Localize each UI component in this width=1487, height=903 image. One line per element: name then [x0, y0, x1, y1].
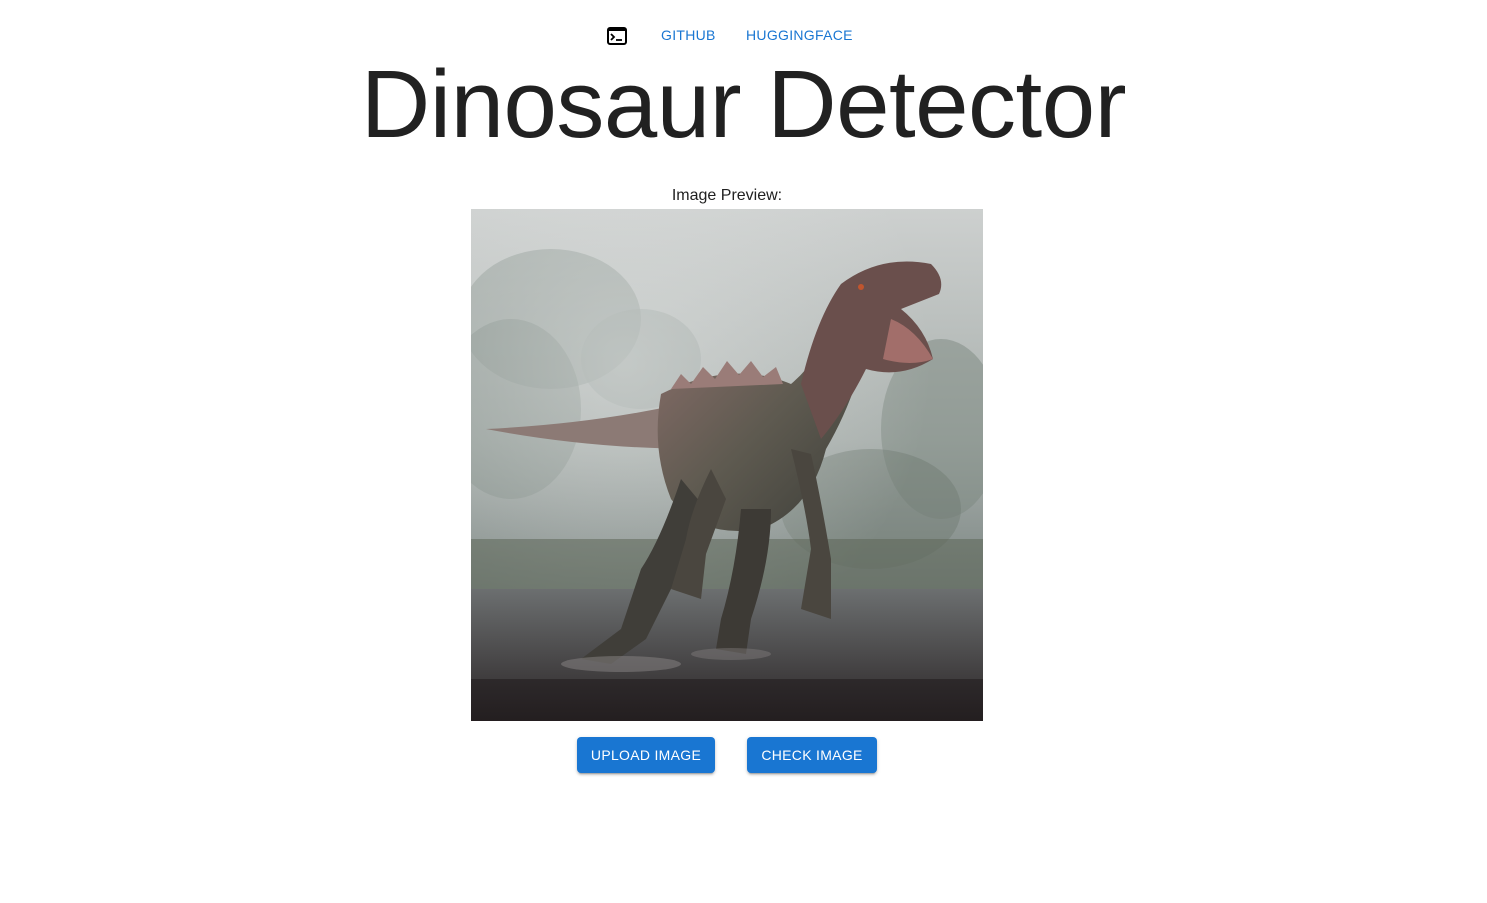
check-image-button[interactable]: CHECK IMAGE	[747, 737, 877, 773]
dinosaur-image	[471, 209, 983, 721]
huggingface-link[interactable]: HUGGINGFACE	[746, 27, 853, 43]
image-preview-label: Image Preview:	[671, 187, 783, 204]
top-nav: GITHUB HUGGINGFACE	[0, 24, 1487, 48]
github-link[interactable]: GITHUB	[661, 27, 716, 43]
terminal-icon	[607, 27, 627, 45]
page-title: Dinosaur Detector	[360, 51, 1127, 158]
upload-image-button[interactable]: UPLOAD IMAGE	[577, 737, 715, 773]
terminal-icon-button[interactable]	[604, 24, 630, 48]
